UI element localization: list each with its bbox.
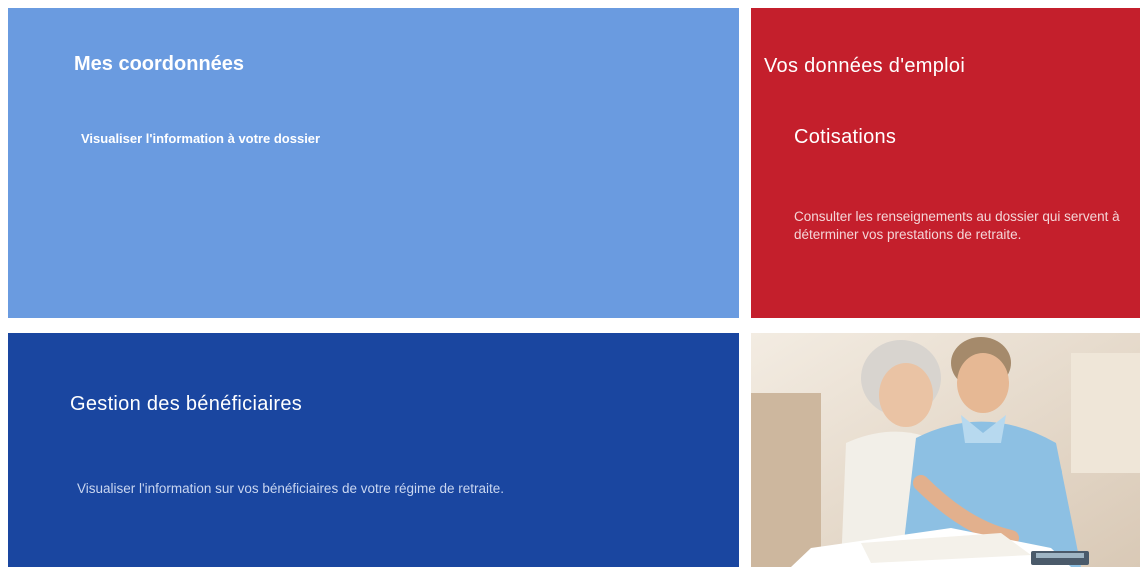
emploi-title[interactable]: Vos données d'emploi [764,55,965,78]
coordonnees-description: Visualiser l'information à votre dossier [81,131,321,146]
couple-illustration [751,333,1140,567]
tile-donnees-emploi[interactable]: Vos données d'emploi Cotisations Consult… [751,8,1140,318]
tile-mes-coordonnees[interactable]: Mes coordonnées Visualiser l'information… [8,8,739,318]
beneficiaires-description: Visualiser l'information sur vos bénéfic… [77,481,505,496]
cotisations-description: Consulter les renseignements au dossier … [794,209,1120,242]
retired-couple-photo [751,333,1140,567]
beneficiaires-title[interactable]: Gestion des bénéficiaires [70,393,302,416]
coordonnees-title[interactable]: Mes coordonnées [74,53,244,76]
tile-gestion-beneficiaires[interactable]: Gestion des bénéficiaires Visualiser l'i… [8,333,739,567]
cotisations-title[interactable]: Cotisations [794,126,896,149]
